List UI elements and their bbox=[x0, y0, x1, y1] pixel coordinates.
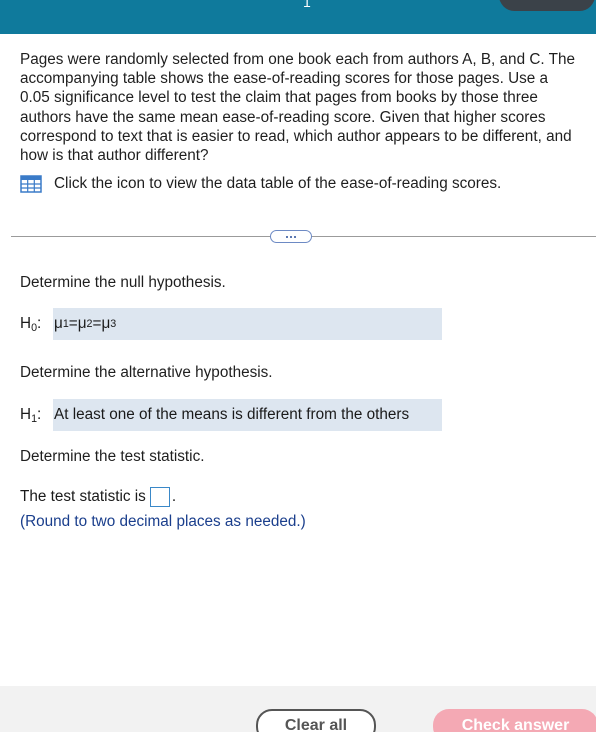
data-table-link-text[interactable]: Click the icon to view the data table of… bbox=[54, 175, 501, 193]
problem-statement: Pages were randomly selected from one bo… bbox=[20, 51, 575, 165]
ellipsis-dot-icon bbox=[294, 235, 296, 238]
test-statistic-input[interactable] bbox=[149, 487, 170, 507]
table-grid-icon[interactable] bbox=[20, 175, 42, 193]
alt-hypothesis-prompt: Determine the alternative hypothesis. bbox=[20, 364, 273, 381]
null-hypothesis-symbol: H0: bbox=[20, 314, 42, 334]
test-statistic-prompt: Determine the test statistic. bbox=[20, 448, 205, 465]
alt-hypothesis-row: H1: At least one of the means is differe… bbox=[20, 399, 442, 431]
top-bar: 1 bbox=[0, 0, 596, 34]
top-right-button[interactable] bbox=[499, 0, 595, 11]
question-number: 1 bbox=[303, 0, 311, 10]
test-statistic-row: The test statistic is . bbox=[20, 486, 176, 508]
alt-hypothesis-symbol: H1: bbox=[20, 405, 42, 425]
null-hypothesis-row: H0: μ1 = μ2 = μ3 bbox=[20, 308, 442, 340]
check-answer-button[interactable]: Check answer bbox=[433, 709, 596, 732]
alt-hypothesis-answer[interactable]: At least one of the means is different f… bbox=[53, 399, 442, 431]
rounding-hint: (Round to two decimal places as needed.) bbox=[20, 513, 306, 530]
null-hypothesis-prompt: Determine the null hypothesis. bbox=[20, 274, 226, 291]
data-table-link[interactable]: Click the icon to view the data table of… bbox=[20, 174, 501, 194]
test-statistic-suffix: . bbox=[171, 488, 177, 505]
ellipsis-dot-icon bbox=[290, 235, 292, 238]
test-statistic-label: The test statistic is bbox=[20, 488, 146, 505]
expand-more-button[interactable] bbox=[270, 230, 312, 243]
null-hypothesis-answer[interactable]: μ1 = μ2 = μ3 bbox=[53, 308, 442, 340]
ellipsis-dot-icon bbox=[286, 235, 288, 238]
clear-all-button[interactable]: Clear all bbox=[256, 709, 376, 732]
